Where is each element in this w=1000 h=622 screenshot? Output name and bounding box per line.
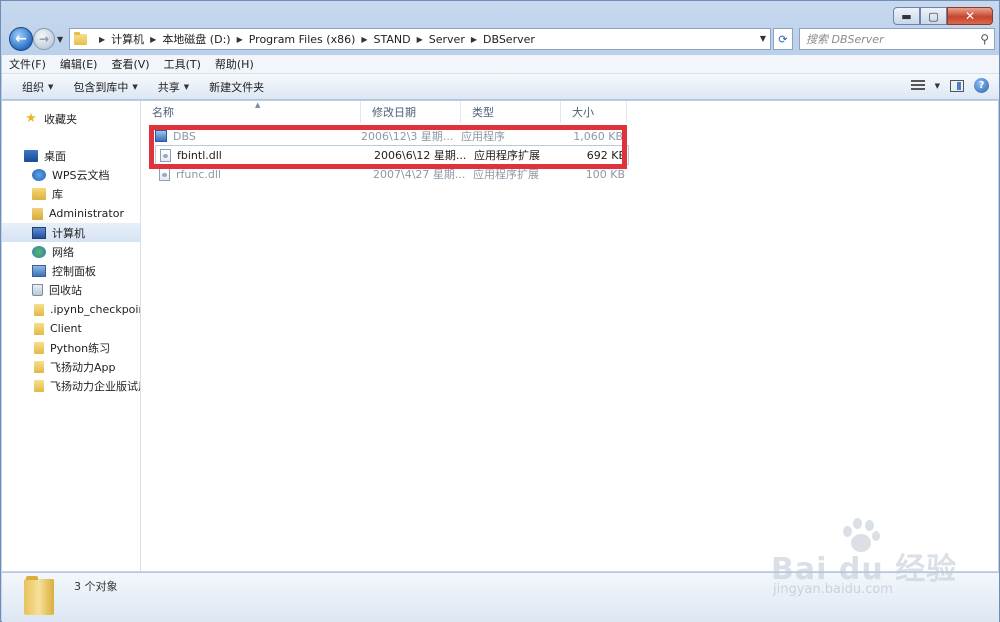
search-placeholder: 搜索 DBServer (806, 33, 884, 46)
column-size[interactable]: 大小 (561, 101, 627, 123)
search-input[interactable]: 搜索 DBServer ⚲ (799, 28, 995, 50)
breadcrumb-stand[interactable]: STAND ▶ (374, 33, 429, 46)
breadcrumb-local-disk[interactable]: 本地磁盘 (D:) ▶ (162, 31, 248, 47)
menu-edit[interactable]: 编辑(E) (53, 56, 105, 72)
column-name[interactable]: 名称 (141, 101, 361, 123)
forward-button[interactable]: → (33, 28, 55, 50)
chevron-down-icon: ▼ (48, 82, 54, 91)
folder-icon (34, 379, 44, 392)
menu-file[interactable]: 文件(F) (2, 56, 53, 72)
network-icon (32, 245, 46, 258)
address-bar[interactable]: ▶ 计算机 ▶ 本地磁盘 (D:) ▶ Program Files (x86) ▶ S… (69, 28, 771, 50)
menu-bar: 文件(F) 编辑(E) 查看(V) 工具(T) 帮助(H) (2, 55, 999, 74)
maximize-icon: ▢ (928, 9, 939, 23)
nav-favorites[interactable]: ★ 收藏夹 (2, 109, 140, 128)
menu-view[interactable]: 查看(V) (104, 56, 156, 72)
recycle-bin-icon (32, 283, 43, 296)
nav-network[interactable]: 网络 (2, 242, 140, 261)
library-icon (32, 187, 46, 200)
computer-icon (32, 226, 46, 239)
nav-recycle-bin[interactable]: 回收站 (2, 280, 140, 299)
chevron-down-icon: ▼ (183, 82, 190, 91)
nav-feiyang-enterprise[interactable]: 飞扬动力企业版试用 (2, 376, 140, 395)
nav-administrator[interactable]: Administrator (2, 204, 140, 223)
preview-pane-icon[interactable] (950, 79, 964, 92)
user-folder-icon (32, 207, 43, 220)
column-type[interactable]: 类型 (461, 101, 561, 123)
breadcrumb-dbserver[interactable]: DBServer (483, 33, 535, 46)
nav-python-practice[interactable]: Python练习 (2, 338, 140, 357)
view-dropdown[interactable]: ▼ (935, 82, 940, 90)
nav-control-panel[interactable]: 控制面板 (2, 261, 140, 280)
refresh-button[interactable]: ⟳ (773, 28, 793, 50)
menu-tools[interactable]: 工具(T) (157, 56, 208, 72)
breadcrumb-computer[interactable]: 计算机 ▶ (111, 31, 162, 47)
recent-pages-dropdown[interactable]: ▼ (57, 35, 63, 44)
view-options-icon[interactable] (910, 79, 925, 92)
baidu-watermark: Bai du 经验 jingyan.baidu.com (761, 516, 991, 606)
arrow-left-icon: ← (15, 31, 27, 47)
folder-icon (34, 360, 44, 373)
folder-icon (34, 322, 44, 335)
maximize-button[interactable]: ▢ (920, 7, 947, 25)
nav-wps-cloud[interactable]: WPS云文档 (2, 165, 140, 184)
organize-button[interactable]: 组织 ▼ (12, 79, 63, 95)
navigation-row: ← → ▼ ▶ 计算机 ▶ 本地磁盘 (D:) ▶ Program Files (x… (7, 27, 995, 51)
close-button[interactable]: ✕ (947, 7, 993, 25)
nav-ipynb-checkpoints[interactable]: .ipynb_checkpoints (2, 300, 140, 319)
nav-library[interactable]: 库 (2, 184, 140, 203)
breadcrumb-program-files[interactable]: Program Files (x86) ▶ (249, 33, 374, 46)
minimize-icon: ▬ (901, 9, 912, 23)
star-icon: ★ (25, 110, 37, 126)
arrow-right-icon: → (38, 32, 50, 46)
watermark-url: jingyan.baidu.com (773, 582, 893, 597)
desktop-icon (24, 149, 38, 162)
command-bar: 组织 ▼ 包含到库中 ▼ 共享 ▼ 新建文件夹 ▼ ? (2, 74, 999, 100)
window-controls: ▬ ▢ ✕ (893, 7, 993, 25)
help-icon[interactable]: ? (974, 78, 989, 93)
cloud-icon (32, 168, 46, 181)
column-headers: 名称 修改日期 类型 大小 ▲ (141, 101, 998, 123)
control-panel-icon (32, 264, 46, 277)
nav-client[interactable]: Client (2, 319, 140, 338)
file-list: 名称 修改日期 类型 大小 ▲ DBS 2006\12\3 星期... 应用程序… (141, 101, 998, 571)
menu-help[interactable]: 帮助(H) (208, 56, 261, 72)
close-icon: ✕ (964, 9, 976, 23)
refresh-icon: ⟳ (778, 32, 788, 46)
address-dropdown[interactable]: ▼ (760, 34, 766, 43)
new-folder-button[interactable]: 新建文件夹 (199, 79, 274, 95)
search-icon[interactable]: ⚲ (980, 32, 989, 46)
minimize-button[interactable]: ▬ (893, 7, 920, 25)
nav-desktop[interactable]: 桌面 (2, 146, 140, 165)
folder-icon (74, 31, 87, 45)
sort-arrow-icon: ▲ (255, 101, 261, 109)
nav-feiyang-app[interactable]: 飞扬动力App (2, 357, 140, 376)
item-count: 3 个对象 (74, 580, 118, 593)
column-modified[interactable]: 修改日期 (361, 101, 461, 123)
breadcrumb-server[interactable]: Server ▶ (429, 33, 483, 46)
highlight-box (149, 125, 627, 169)
share-button[interactable]: 共享 ▼ (148, 79, 199, 95)
back-button[interactable]: ← (9, 27, 33, 51)
folder-icon (34, 303, 44, 316)
breadcrumb-separator[interactable]: ▶ (93, 35, 111, 44)
folder-icon (34, 341, 44, 354)
dll-file-icon (159, 167, 170, 181)
chevron-down-icon: ▼ (132, 82, 138, 91)
explorer-window: ▬ ▢ ✕ ← → ▼ ▶ 计算机 ▶ 本地磁盘 (D:) ▶ Program Fi… (0, 0, 1000, 622)
include-library-button[interactable]: 包含到库中 ▼ (63, 79, 147, 95)
nav-computer[interactable]: 计算机 (2, 223, 140, 242)
navigation-pane: ★ 收藏夹 桌面 WPS云文档 库 Administrator 计算机 网络 控制… (2, 101, 141, 571)
folder-icon (24, 576, 54, 615)
